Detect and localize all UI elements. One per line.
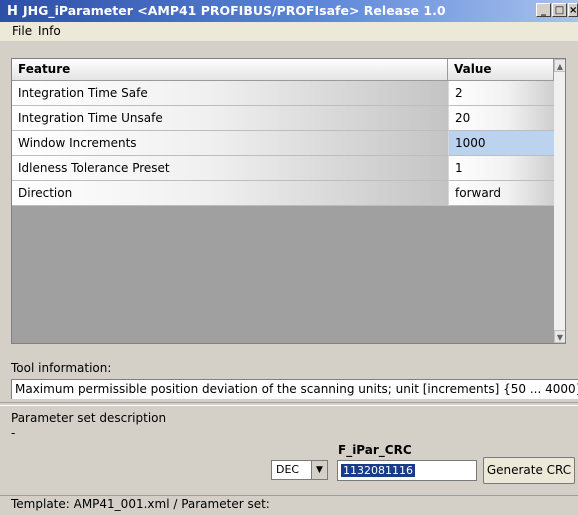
status-text: Template: AMP41_001.xml / Parameter set: (11, 497, 270, 511)
table-row[interactable]: Window Increments 1000 (12, 131, 565, 156)
crc-value: 1132081116 (341, 464, 415, 477)
crc-input[interactable]: 1132081116 (337, 460, 477, 481)
feature-cell: Direction (12, 181, 448, 206)
table-row[interactable]: Idleness Tolerance Preset 1 (12, 156, 565, 181)
feature-cell: Integration Time Safe (12, 81, 448, 106)
format-select[interactable]: DEC ▼ (271, 460, 328, 480)
value-cell[interactable]: forward (448, 181, 554, 206)
value-cell[interactable]: 2 (448, 81, 554, 106)
feature-cell: Idleness Tolerance Preset (12, 156, 448, 181)
format-select-value: DEC (276, 463, 300, 476)
chevron-down-icon[interactable]: ▼ (311, 461, 327, 479)
value-cell-selected[interactable]: 1000 (448, 131, 554, 156)
table-row[interactable]: Direction forward (12, 181, 565, 206)
generate-crc-button[interactable]: Generate CRC (483, 457, 575, 484)
value-column-header[interactable]: Value (448, 59, 554, 81)
menu-info[interactable]: Info (38, 24, 61, 38)
maximize-button[interactable]: □ (552, 3, 567, 17)
parameter-grid: Feature Value Integration Time Safe 2 In… (11, 58, 566, 344)
value-cell[interactable]: 1 (448, 156, 554, 181)
title-bar[interactable]: H JHG_iParameter <AMP41 PROFIBUS/PROFIsa… (0, 0, 578, 22)
value-cell[interactable]: 20 (448, 106, 554, 131)
close-button[interactable]: × (568, 3, 578, 17)
crc-label: F_iPar_CRC (338, 443, 412, 457)
feature-column-header[interactable]: Feature (12, 59, 448, 81)
window-title: JHG_iParameter <AMP41 PROFIBUS/PROFIsafe… (23, 3, 446, 18)
divider (0, 402, 578, 406)
scroll-down-icon[interactable]: ▼ (554, 330, 565, 343)
app-window: H JHG_iParameter <AMP41 PROFIBUS/PROFIsa… (0, 0, 578, 515)
table-row[interactable]: Integration Time Unsafe 20 (12, 106, 565, 131)
scroll-up-icon[interactable]: ▲ (554, 59, 565, 72)
grid-vertical-scrollbar[interactable]: ▲ ▼ (554, 59, 565, 343)
minimize-button[interactable]: _ (536, 3, 551, 17)
table-row[interactable]: Integration Time Safe 2 (12, 81, 565, 106)
tool-info-field: Maximum permissible position deviation o… (11, 379, 578, 399)
menu-file[interactable]: File (12, 24, 32, 38)
feature-cell: Integration Time Unsafe (12, 106, 448, 131)
grid-header: Feature Value (12, 59, 565, 81)
feature-cell: Window Increments (12, 131, 448, 156)
tool-info-label: Tool information: (11, 361, 112, 375)
status-bar: Template: AMP41_001.xml / Parameter set: (0, 495, 578, 515)
menu-bar: File Info (0, 22, 578, 41)
param-desc-label: Parameter set description (11, 411, 167, 425)
param-desc-value: - (11, 426, 16, 440)
app-icon: H (7, 4, 18, 19)
